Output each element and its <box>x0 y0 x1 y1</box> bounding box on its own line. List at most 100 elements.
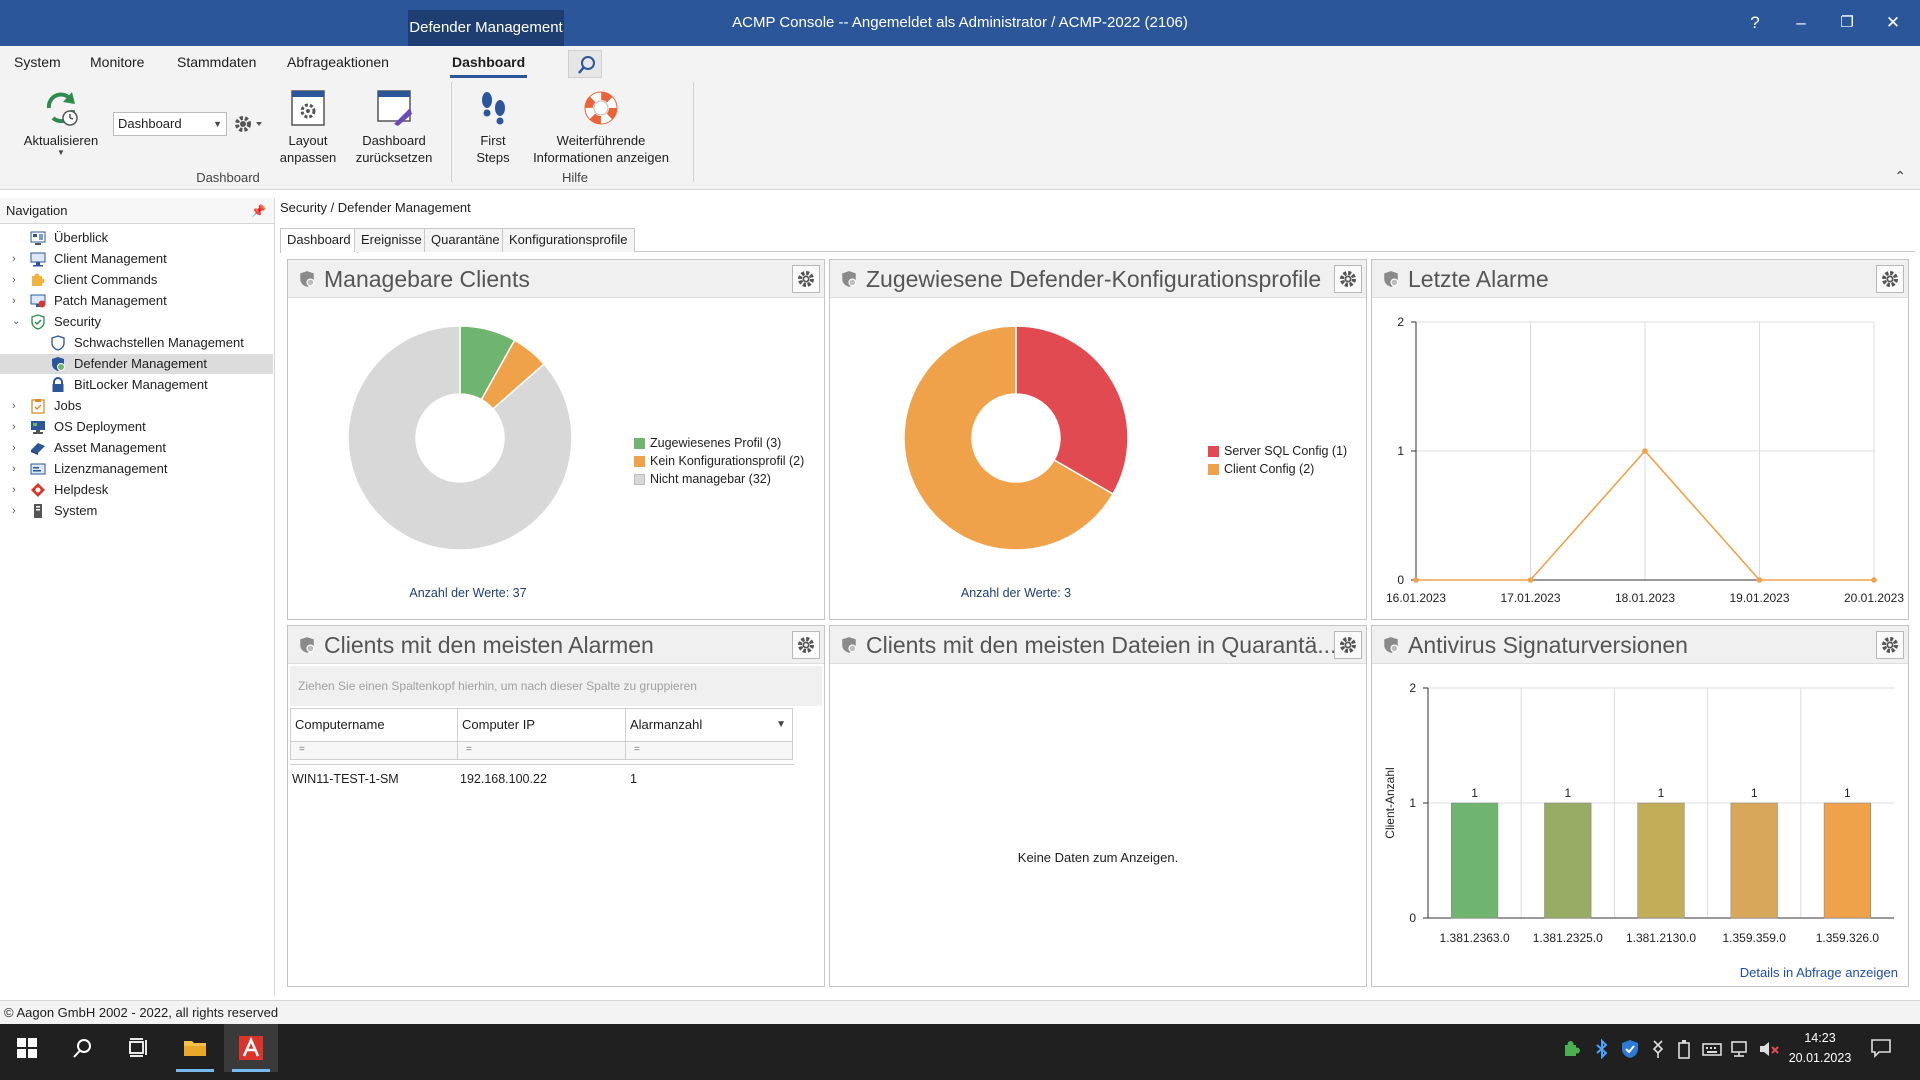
defender-tray-icon[interactable] <box>1620 1039 1640 1059</box>
ribbon-tab-dashboard[interactable]: Dashboard <box>449 54 528 78</box>
more-info-button[interactable]: Weiterführende Informationen anzeigen <box>526 88 676 166</box>
legend-swatch <box>634 474 645 485</box>
panel-settings-button[interactable] <box>1876 265 1904 293</box>
nav-item-label: BitLocker Management <box>74 377 208 392</box>
navigation-title: Navigation <box>6 203 68 218</box>
help-button[interactable]: ? <box>1732 0 1778 46</box>
window-title: ACMP Console -- Angemeldet als Administr… <box>732 14 1188 31</box>
expand-icon[interactable]: › <box>12 417 16 437</box>
group-by-drop-area[interactable]: Ziehen Sie einen Spaltenkopf hierhin, um… <box>290 666 822 706</box>
table-row[interactable]: WIN11-TEST-1-SM 192.168.100.22 1 <box>290 770 794 790</box>
gear-icon <box>1340 271 1356 287</box>
bluetooth-icon[interactable] <box>1594 1039 1610 1059</box>
nav-item-security[interactable]: ⌄ Security <box>0 312 273 332</box>
battery-icon[interactable] <box>1676 1039 1692 1059</box>
dashboard-select[interactable]: Dashboard ▼ <box>113 112 227 136</box>
collapse-icon[interactable]: ⌄ <box>12 312 20 332</box>
nav-item-label: Security <box>54 314 101 329</box>
nav-item-os-deployment[interactable]: › OS Deployment <box>0 417 273 437</box>
panel-manageable-clients: Managebare Clients Zugewiesenes Profil (… <box>287 259 825 620</box>
nav-item-client-management[interactable]: › Client Management <box>0 249 273 269</box>
taskbar-file-explorer[interactable] <box>168 1024 222 1072</box>
tab-dashboard[interactable]: Dashboard <box>280 228 358 253</box>
expand-icon[interactable]: › <box>12 480 16 500</box>
expand-icon[interactable]: › <box>12 438 16 458</box>
nav-item-client-commands[interactable]: › Client Commands <box>0 270 273 290</box>
volume-muted-icon[interactable] <box>1758 1039 1780 1059</box>
expand-icon[interactable]: › <box>12 249 16 269</box>
keyboard-icon[interactable] <box>1702 1039 1722 1059</box>
puzzle-tray-icon[interactable] <box>1562 1039 1582 1059</box>
refresh-button[interactable]: Aktualisieren ▼ <box>18 88 104 157</box>
tab-quarantine[interactable]: Quarantäne <box>424 228 507 252</box>
ribbon-tab-stammdaten[interactable]: Stammdaten <box>177 54 256 70</box>
nav-item-jobs[interactable]: › Jobs <box>0 396 273 416</box>
bar <box>1823 802 1872 919</box>
details-in-query-link[interactable]: Details in Abfrage anzeigen <box>1740 965 1898 980</box>
column-header-computer-ip[interactable]: Computer IP <box>457 708 626 742</box>
legend-item: Client Config (2) <box>1208 460 1347 478</box>
pin-icon[interactable]: 📌 <box>251 198 266 224</box>
nav-item-license-management[interactable]: › Lizenzmanagement <box>0 459 273 479</box>
panel-settings-button[interactable] <box>1334 631 1362 659</box>
expand-icon[interactable]: › <box>12 291 16 311</box>
acmp-logo-icon <box>239 1036 263 1060</box>
data-point <box>1413 577 1419 583</box>
minimize-button[interactable]: – <box>1778 0 1824 46</box>
notification-icon[interactable] <box>1870 1037 1892 1059</box>
expand-icon[interactable]: › <box>12 396 16 416</box>
system-clock[interactable]: 14:23 20.01.2023 <box>1780 1028 1860 1068</box>
taskbar-acmp-console[interactable] <box>224 1024 278 1072</box>
nav-item-asset-management[interactable]: › Asset Management <box>0 438 273 458</box>
panel-settings-button[interactable] <box>792 631 820 659</box>
tab-events[interactable]: Ereignisse <box>354 228 429 252</box>
dashboard-reset-button[interactable]: Dashboard zurücksetzen <box>352 88 436 166</box>
expand-icon[interactable]: › <box>12 270 16 290</box>
panel-settings-button[interactable] <box>1876 631 1904 659</box>
panel-settings-button[interactable] <box>1334 265 1362 293</box>
panel-recent-alarms: Letzte Alarme 0 1 2 16.01.2023 17.01.2023 18.… <box>1371 259 1909 620</box>
ribbon-tab-abfrageaktionen[interactable]: Abfrageaktionen <box>287 54 389 70</box>
restore-button[interactable]: ❐ <box>1824 0 1870 46</box>
usb-icon[interactable] <box>1650 1039 1666 1059</box>
legend-item: Nicht managebar (32) <box>634 470 804 488</box>
ribbon-collapse-icon[interactable]: ⌃ <box>1894 168 1906 185</box>
ribbon-search-button[interactable] <box>568 50 602 78</box>
nav-item-system[interactable]: › System <box>0 501 273 521</box>
network-icon[interactable] <box>1730 1039 1752 1059</box>
first-steps-button[interactable]: First Steps <box>466 88 520 166</box>
layout-adjust-button[interactable]: Layout anpassen <box>276 88 340 166</box>
nav-item-overview[interactable]: Überblick <box>0 228 273 248</box>
ribbon-tab-monitore[interactable]: Monitore <box>90 54 144 70</box>
column-header-alarm-count[interactable]: Alarmanzahl ▼ <box>625 708 793 742</box>
y-tick-label: 1 <box>1409 796 1416 810</box>
legend-swatch <box>1208 464 1219 475</box>
legend-item: Zugewiesenes Profil (3) <box>634 434 804 452</box>
expand-icon[interactable]: › <box>12 459 16 479</box>
taskbar-search-button[interactable] <box>56 1024 110 1072</box>
nav-item-vulnerability-management[interactable]: Schwachstellen Management <box>0 333 273 353</box>
ribbon-tab-system[interactable]: System <box>14 54 61 70</box>
nav-item-defender-management[interactable]: Defender Management <box>0 354 273 374</box>
panel-title: Zugewiesene Defender-Konfigurationsprofi… <box>866 266 1322 292</box>
defender-shield-icon <box>52 357 65 371</box>
context-tab-defender-management[interactable]: Defender Management <box>408 10 564 46</box>
column-header-computername[interactable]: Computername <box>290 708 458 742</box>
dashboard-reset-icon <box>377 90 412 126</box>
ribbon: Aktualisieren ▼ Dashboard ▼ Layout anpas… <box>0 82 1920 190</box>
nav-item-patch-management[interactable]: › Patch Management <box>0 291 273 311</box>
filter-cell[interactable]: = <box>290 742 458 760</box>
expand-icon[interactable]: › <box>12 501 16 521</box>
start-button[interactable] <box>0 1024 54 1072</box>
nav-item-helpdesk[interactable]: › Helpdesk <box>0 480 273 500</box>
legend-swatch <box>1208 446 1219 457</box>
dashboard-settings-button[interactable] <box>232 112 266 136</box>
tab-config-profiles[interactable]: Konfigurationsprofile <box>502 228 635 252</box>
chevron-down-icon: ▼ <box>213 119 222 129</box>
nav-item-bitlocker-management[interactable]: BitLocker Management <box>0 375 273 395</box>
task-view-button[interactable] <box>112 1024 166 1072</box>
panel-settings-button[interactable] <box>792 265 820 293</box>
close-button[interactable]: ✕ <box>1870 0 1916 46</box>
filter-cell[interactable]: = <box>625 742 793 760</box>
filter-cell[interactable]: = <box>457 742 626 760</box>
